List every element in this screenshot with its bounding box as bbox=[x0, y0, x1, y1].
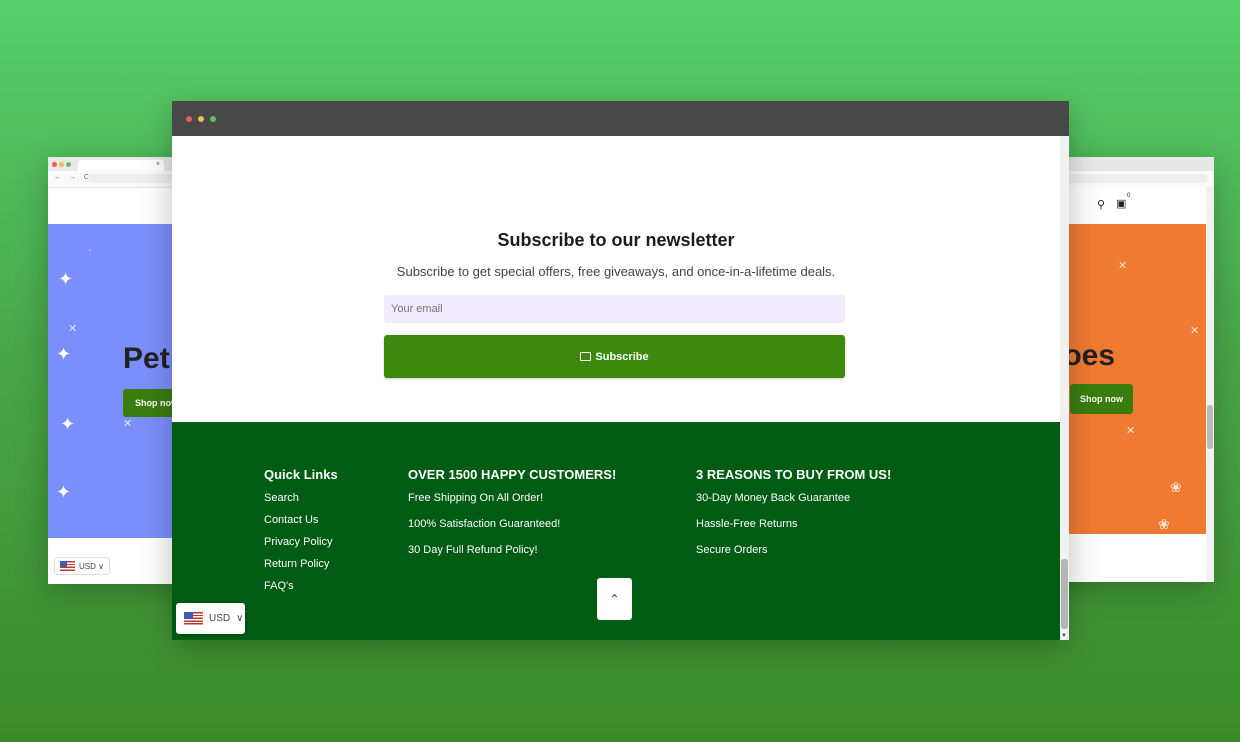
customers-heading: OVER 1500 HAPPY CUSTOMERS! bbox=[408, 467, 617, 482]
footer: Quick Links Search Contact Us Privacy Po… bbox=[172, 422, 1060, 640]
newsletter-section: Subscribe to our newsletter Subscribe to… bbox=[172, 136, 1060, 422]
quick-links-column: Quick Links Search Contact Us Privacy Po… bbox=[264, 467, 338, 602]
scrollbar-thumb[interactable] bbox=[1207, 405, 1213, 449]
currency-value: USD bbox=[209, 613, 231, 624]
footer-link-faq[interactable]: FAQ's bbox=[264, 580, 338, 592]
window-titlebar bbox=[172, 101, 1069, 136]
list-item: 30 Day Full Refund Policy! bbox=[408, 544, 538, 556]
chevron-down-icon: ∨ bbox=[236, 613, 244, 624]
sparkle-icon: ✕ bbox=[1190, 325, 1200, 337]
bone-icon: ✦ bbox=[60, 414, 76, 434]
quick-links-heading: Quick Links bbox=[264, 467, 338, 482]
scrollbar[interactable] bbox=[1206, 187, 1214, 582]
chevron-up-icon: ⌃ bbox=[609, 592, 620, 606]
close-icon[interactable]: × bbox=[156, 161, 160, 168]
reasons-column: 3 REASONS TO BUY FROM US! 30-Day Money B… bbox=[696, 467, 891, 570]
search-icon[interactable]: ⚲ bbox=[1097, 198, 1105, 211]
bone-icon: ✦ bbox=[58, 269, 74, 289]
sparkle-icon: ✕ bbox=[68, 323, 78, 335]
us-flag-icon bbox=[184, 612, 203, 625]
us-flag-icon bbox=[60, 561, 75, 571]
close-dot[interactable] bbox=[186, 116, 192, 122]
email-input[interactable] bbox=[384, 295, 845, 323]
subscribe-label: Subscribe bbox=[595, 350, 649, 363]
reasons-heading: 3 REASONS TO BUY FROM US! bbox=[696, 467, 892, 482]
browser-tab[interactable]: × bbox=[78, 160, 164, 171]
currency-label: USD ∨ bbox=[79, 561, 104, 571]
list-item: Secure Orders bbox=[696, 544, 768, 556]
list-item: 30-Day Money Back Guarantee bbox=[696, 492, 851, 504]
list-item: Hassle-Free Returns bbox=[696, 518, 798, 530]
sparkle-icon: ✕ bbox=[123, 418, 133, 430]
sparkle-icon: ✕ bbox=[1126, 425, 1136, 437]
bone-icon: ✦ bbox=[56, 344, 72, 364]
newsletter-subtitle: Subscribe to get special offers, free gi… bbox=[396, 264, 836, 279]
bone-icon: ✦ bbox=[56, 482, 72, 502]
page-content: Subscribe to our newsletter Subscribe to… bbox=[172, 136, 1060, 640]
main-browser-window: Subscribe to our newsletter Subscribe to… bbox=[172, 101, 1069, 640]
sparkle-icon: · bbox=[88, 244, 92, 256]
scroll-down-arrow-icon[interactable]: ▼ bbox=[1061, 633, 1067, 639]
scrollbar[interactable]: ▼ bbox=[1060, 136, 1069, 640]
sparkle-icon: ✕ bbox=[1118, 260, 1128, 272]
newsletter-title: Subscribe to our newsletter bbox=[497, 230, 735, 250]
currency-selector[interactable]: USD ∨ bbox=[176, 603, 245, 634]
minimize-dot[interactable] bbox=[198, 116, 204, 122]
mail-icon bbox=[580, 352, 592, 361]
maximize-dot[interactable] bbox=[210, 116, 216, 122]
back-to-top-button[interactable]: ⌃ bbox=[597, 578, 632, 620]
list-item: 100% Satisfaction Guaranteed! bbox=[408, 518, 561, 530]
nav-buttons[interactable]: ← → C bbox=[54, 174, 92, 181]
cart-icon[interactable]: ▣ bbox=[1116, 197, 1126, 210]
currency-selector[interactable]: USD ∨ bbox=[54, 557, 110, 575]
shop-now-button[interactable]: Shop now bbox=[1070, 384, 1133, 414]
paw-icon: ❀ bbox=[1170, 479, 1182, 495]
list-item: Free Shipping On All Order! bbox=[408, 492, 544, 504]
subscribe-button[interactable]: Subscribe bbox=[384, 335, 845, 378]
footer-link-search[interactable]: Search bbox=[264, 492, 338, 504]
cart-count: 0 bbox=[1127, 193, 1131, 199]
footer-link-contact[interactable]: Contact Us bbox=[264, 514, 338, 526]
footer-link-privacy[interactable]: Privacy Policy bbox=[264, 536, 338, 548]
scrollbar-thumb[interactable] bbox=[1061, 559, 1068, 629]
customers-column: OVER 1500 HAPPY CUSTOMERS! Free Shipping… bbox=[408, 467, 616, 570]
hero-heading: Pet bbox=[123, 342, 170, 375]
footer-link-returns[interactable]: Return Policy bbox=[264, 558, 338, 570]
paw-icon: ❀ bbox=[1158, 516, 1170, 532]
